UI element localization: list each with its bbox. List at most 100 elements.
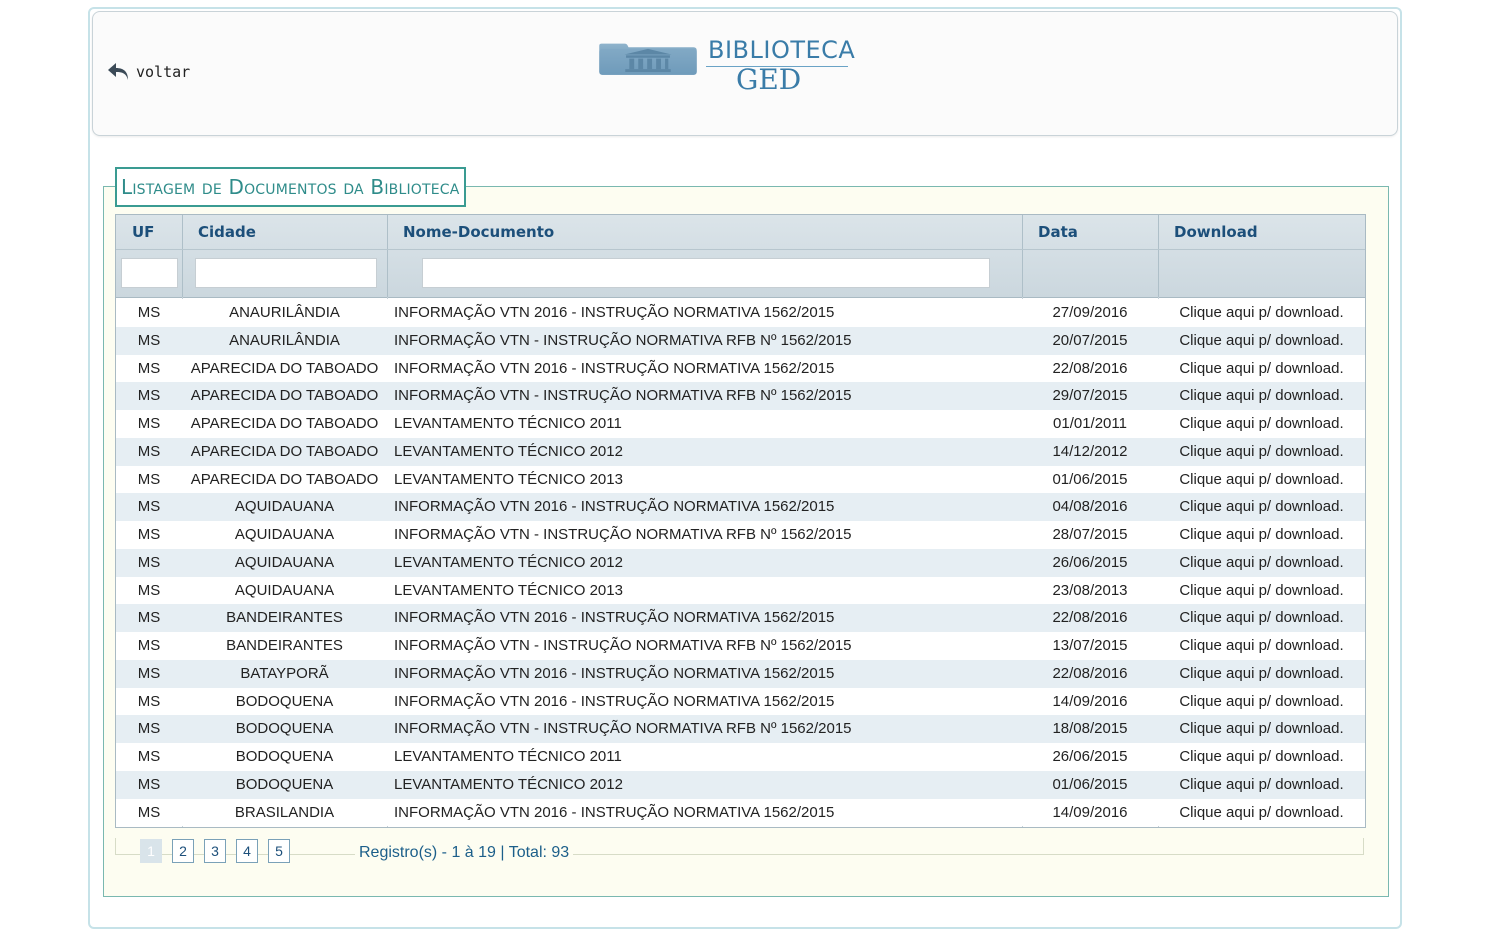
cell-nome-documento: INFORMAÇÃO VTN 2016 - INSTRUÇÃO NORMATIV…: [394, 803, 835, 821]
table-row: MS BODOQUENA LEVANTAMENTO TÉCNICO 2012 01/0…: [116, 770, 1365, 799]
table-row: MS BATAYPORÃ INFORMAÇÃO VTN 2016 - INSTRUÇ…: [116, 659, 1365, 688]
download-link[interactable]: Clique aqui p/ download.: [1158, 771, 1365, 799]
back-link[interactable]: voltar: [106, 60, 190, 84]
cell-nome-documento: INFORMAÇÃO VTN 2016 - INSTRUÇÃO NORMATIV…: [394, 692, 835, 710]
logo-title: BIBLIOTECA: [708, 36, 856, 64]
table-row: MS APARECIDA DO TABOADO LEVANTAMENTO TÉCNI…: [116, 410, 1365, 438]
table-row: MS BODOQUENA INFORMAÇÃO VTN 2016 - INSTRUÇ…: [116, 687, 1365, 716]
cell-nome-documento: INFORMAÇÃO VTN - INSTRUÇÃO NORMATIVA RFB…: [394, 526, 852, 543]
page-button-5[interactable]: 5: [268, 839, 290, 863]
cell-data: 22/08/2016: [1052, 664, 1128, 682]
cell-nome-documento: INFORMAÇÃO VTN 2016 - INSTRUÇÃO NORMATIV…: [394, 359, 835, 377]
cell-nome-documento: INFORMAÇÃO VTN 2016 - INSTRUÇÃO NORMATIV…: [394, 664, 835, 682]
download-link[interactable]: Clique aqui p/ download.: [1158, 299, 1365, 327]
column-header-data[interactable]: Data: [1038, 223, 1078, 241]
cell-uf: MS: [137, 581, 161, 599]
download-link[interactable]: Clique aqui p/ download.: [1158, 632, 1365, 660]
cell-nome-documento: LEVANTAMENTO TÉCNICO 2011: [394, 748, 622, 765]
cell-data: 27/09/2016: [1052, 304, 1128, 321]
cell-nome-documento: LEVANTAMENTO TÉCNICO 2011: [394, 415, 622, 432]
cell-cidade: APARECIDA DO TABOADO: [190, 387, 379, 405]
cell-cidade: AQUIDAUANA: [234, 498, 335, 516]
table-row: MS ANAURILÂNDIA INFORMAÇÃO VTN 2016 - INST…: [116, 299, 1365, 327]
cell-nome-documento: INFORMAÇÃO VTN - INSTRUÇÃO NORMATIVA RFB…: [394, 637, 852, 654]
download-link[interactable]: Clique aqui p/ download.: [1158, 382, 1365, 410]
page-button-4[interactable]: 4: [236, 839, 258, 863]
download-link[interactable]: Clique aqui p/ download.: [1158, 549, 1365, 577]
download-link[interactable]: Clique aqui p/ download.: [1158, 327, 1365, 355]
table-row: MS ANAURILÂNDIA INFORMAÇÃO VTN - INSTRUÇÃO…: [116, 326, 1365, 355]
cell-uf: MS: [137, 304, 161, 321]
cell-nome-documento: LEVANTAMENTO TÉCNICO 2013: [394, 581, 623, 599]
cell-nome-documento: LEVANTAMENTO TÉCNICO 2013: [394, 470, 623, 488]
cell-cidade: BANDEIRANTES: [226, 637, 343, 654]
page-button-3[interactable]: 3: [204, 839, 226, 863]
cell-uf: MS: [137, 387, 161, 405]
download-link[interactable]: Clique aqui p/ download.: [1158, 660, 1365, 688]
download-link[interactable]: Clique aqui p/ download.: [1158, 466, 1365, 494]
table-row: MS APARECIDA DO TABOADO LEVANTAMENTO TÉCNI…: [116, 437, 1365, 466]
cell-cidade: APARECIDA DO TABOADO: [190, 415, 379, 432]
cell-nome-documento: INFORMAÇÃO VTN 2016 - INSTRUÇÃO NORMATIV…: [394, 304, 835, 321]
table-row: MS BODOQUENA LEVANTAMENTO TÉCNICO 2011 26/0…: [116, 743, 1365, 771]
download-link[interactable]: Clique aqui p/ download.: [1158, 438, 1365, 466]
cell-data: 18/08/2015: [1052, 720, 1128, 738]
cell-data: 23/08/2013: [1052, 581, 1128, 599]
cell-uf: MS: [137, 692, 161, 710]
folder-library-icon: [599, 43, 697, 75]
records-summary: Registro(s) - 1 à 19 | Total: 93: [355, 844, 574, 862]
cell-uf: MS: [137, 553, 161, 571]
cell-uf: MS: [137, 637, 161, 654]
column-header-uf[interactable]: UF: [132, 223, 154, 241]
cell-nome-documento: LEVANTAMENTO TÉCNICO 2012: [394, 775, 623, 793]
download-link[interactable]: Clique aqui p/ download.: [1158, 355, 1365, 383]
table-row: MS APARECIDA DO TABOADO INFORMAÇÃO VTN 201…: [116, 354, 1365, 383]
cell-cidade: BODOQUENA: [235, 775, 334, 793]
column-header-nome-documento[interactable]: Nome-Documento: [403, 223, 554, 241]
cell-nome-documento: INFORMAÇÃO VTN 2016 - INSTRUÇÃO NORMATIV…: [394, 498, 835, 516]
cell-cidade: BODOQUENA: [235, 748, 334, 765]
cell-cidade: AQUIDAUANA: [234, 581, 335, 599]
cell-uf: MS: [137, 720, 161, 738]
download-link[interactable]: Clique aqui p/ download.: [1158, 688, 1365, 716]
download-link[interactable]: Clique aqui p/ download.: [1158, 410, 1365, 438]
column-header-cidade[interactable]: Cidade: [198, 223, 256, 241]
filter-uf-input[interactable]: [121, 258, 178, 288]
cell-nome-documento: LEVANTAMENTO TÉCNICO 2012: [394, 442, 623, 460]
table-body: MS ANAURILÂNDIA INFORMAÇÃO VTN 2016 - INST…: [116, 299, 1365, 827]
cell-uf: MS: [137, 775, 161, 793]
back-arrow-icon: [108, 63, 128, 80]
cell-data: 14/12/2012: [1052, 442, 1128, 460]
cell-cidade: BANDEIRANTES: [226, 609, 343, 627]
download-link[interactable]: Clique aqui p/ download.: [1158, 493, 1365, 521]
cell-cidade: APARECIDA DO TABOADO: [190, 442, 379, 460]
download-link[interactable]: Clique aqui p/ download.: [1158, 715, 1365, 743]
cell-uf: MS: [137, 415, 161, 432]
cell-uf: MS: [137, 359, 161, 377]
cell-uf: MS: [137, 498, 161, 516]
download-link[interactable]: Clique aqui p/ download.: [1158, 743, 1365, 771]
cell-data: 14/09/2016: [1052, 692, 1128, 710]
download-link[interactable]: Clique aqui p/ download.: [1158, 577, 1365, 605]
page-button-1[interactable]: 1: [140, 839, 162, 863]
cell-data: 26/06/2015: [1052, 748, 1128, 765]
download-link[interactable]: Clique aqui p/ download.: [1158, 604, 1365, 632]
filter-nome-input[interactable]: [422, 258, 990, 288]
download-link[interactable]: Clique aqui p/ download.: [1158, 799, 1365, 827]
cell-data: 28/07/2015: [1052, 526, 1128, 543]
cell-nome-documento: INFORMAÇÃO VTN - INSTRUÇÃO NORMATIVA RFB…: [394, 331, 852, 349]
pagination: 12345: [140, 839, 300, 863]
page-button-2[interactable]: 2: [172, 839, 194, 863]
table-row: MS BANDEIRANTES INFORMAÇÃO VTN - INSTRUÇÃO…: [116, 632, 1365, 660]
cell-cidade: ANAURILÂNDIA: [229, 304, 340, 321]
column-header-download[interactable]: Download: [1174, 223, 1258, 241]
filter-cidade-input[interactable]: [195, 258, 377, 288]
cell-nome-documento: LEVANTAMENTO TÉCNICO 2012: [394, 553, 623, 571]
section-title: Listagem de Documentos da Biblioteca: [115, 167, 466, 207]
cell-cidade: BATAYPORÃ: [240, 664, 329, 682]
download-link[interactable]: Clique aqui p/ download.: [1158, 521, 1365, 549]
table-row: MS BANDEIRANTES INFORMAÇÃO VTN 2016 - INST…: [116, 604, 1365, 632]
cell-uf: MS: [137, 331, 161, 349]
cell-uf: MS: [137, 748, 161, 765]
column-separator: [387, 215, 388, 297]
